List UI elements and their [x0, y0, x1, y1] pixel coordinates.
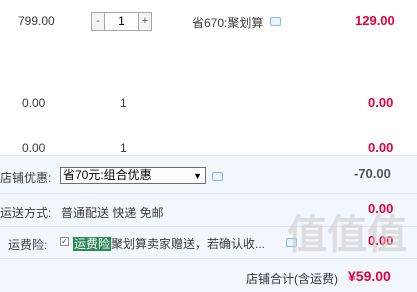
shop-total-label: 店铺合计(含运费) [246, 272, 338, 286]
row-1-subtotal: 129.00 [355, 13, 395, 28]
insurance-text: 聚划算卖家赠送，若确认收... [111, 237, 266, 251]
row-1-unit-price: 799.00 [18, 14, 55, 28]
insurance-description: 运费险聚划算卖家赠送，若确认收... [73, 235, 265, 252]
panel-top-divider [0, 155, 417, 156]
watermark: 值值值 [286, 212, 408, 258]
promo-info-icon[interactable] [270, 17, 281, 26]
insurance-checkbox[interactable]: ✓ [60, 237, 69, 246]
shop-discount-selected: 省70元:组合优惠 [63, 168, 152, 182]
row-3-quantity: 1 [120, 141, 127, 155]
row-3-unit-price: 0.00 [22, 141, 46, 155]
shop-discount-select[interactable]: 省70元:组合优惠 ▼ [60, 167, 206, 184]
divider-shop-discount [0, 193, 417, 194]
row-2-unit-price: 0.00 [22, 96, 46, 110]
shipping-method: 普通配送 快递 免邮 [61, 206, 164, 220]
insurance-label: 运费险: [8, 238, 48, 252]
divider-insurance [0, 258, 417, 259]
shipping-label: 运送方式: [0, 206, 52, 220]
row-1-discount-text: 省670:聚划算 [192, 16, 264, 30]
decrease-quantity-button[interactable]: - [91, 12, 105, 31]
insurance-highlight: 运费险 [73, 237, 112, 251]
shop-total-value: ¥59.00 [348, 268, 391, 284]
row-2-quantity: 1 [120, 96, 127, 110]
watermark-text: 值值值 [287, 212, 407, 258]
quantity-input[interactable]: 1 [105, 12, 138, 31]
row-2-subtotal: 0.00 [368, 95, 394, 110]
increase-quantity-button[interactable]: + [138, 12, 152, 31]
shop-discount-label: 店铺优惠: [0, 171, 52, 185]
row-3-subtotal: 0.00 [368, 140, 394, 155]
dropdown-arrow-icon: ▼ [193, 171, 202, 181]
quantity-stepper[interactable]: - 1 + [91, 12, 152, 31]
discount-info-icon[interactable] [212, 172, 223, 181]
shop-discount-value: -70.00 [354, 166, 391, 181]
